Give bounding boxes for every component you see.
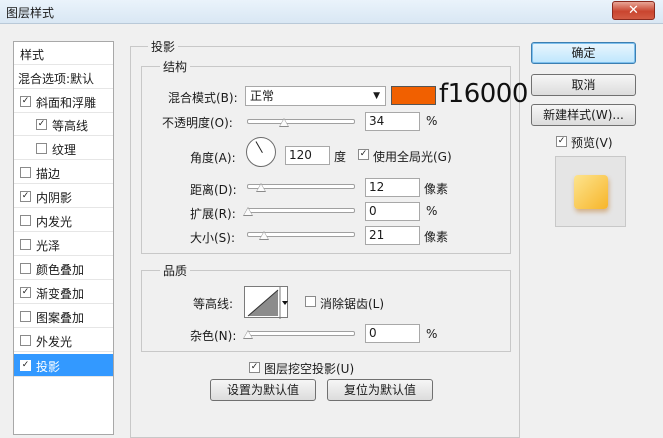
stroke-checkbox[interactable] [20, 167, 31, 178]
style-item-blending-options[interactable]: 混合选项:默认 [14, 66, 113, 89]
angle-needle [255, 141, 263, 153]
blend-mode-select[interactable]: 正常 ▼ [245, 86, 386, 106]
title-bar: 图层样式 ✕ [0, 0, 663, 24]
style-item-label: 光泽 [36, 239, 61, 253]
style-list-header: 样式 [14, 42, 113, 65]
style-item-label: 投影 [36, 360, 61, 374]
make-default-button[interactable]: 设置为默认值 [210, 379, 316, 401]
close-button[interactable]: ✕ [612, 1, 655, 20]
spread-label: 扩展(R): [190, 207, 236, 221]
spread-slider-thumb[interactable] [243, 207, 253, 216]
contour-picker[interactable] [244, 286, 288, 319]
angle-label: 角度(A): [190, 151, 236, 165]
gradient-overlay-checkbox[interactable]: ✓ [20, 287, 31, 298]
style-item-label: 纹理 [52, 143, 77, 157]
style-item-label: 渐变叠加 [36, 287, 85, 301]
spread-unit: % [426, 204, 438, 218]
style-item-label: 图案叠加 [36, 311, 85, 325]
style-item-contour[interactable]: ✓ 等高线 [14, 113, 113, 136]
style-item-bevel-emboss[interactable]: ✓ 斜面和浮雕 [14, 90, 113, 113]
opacity-slider-thumb[interactable] [279, 118, 289, 127]
style-preview [555, 156, 626, 227]
bevel-emboss-checkbox[interactable]: ✓ [20, 96, 31, 107]
preview-label: 预览(V) [571, 136, 613, 150]
preview-swatch [574, 175, 608, 209]
style-item-label: 斜面和浮雕 [36, 96, 97, 110]
contour-checkbox[interactable]: ✓ [36, 119, 47, 130]
blend-mode-value: 正常 [250, 89, 275, 103]
contour-label: 等高线: [193, 297, 234, 311]
style-item-inner-shadow[interactable]: ✓ 内阴影 [14, 185, 113, 208]
texture-checkbox[interactable] [36, 143, 47, 154]
style-item-label: 描边 [36, 167, 61, 181]
noise-unit: % [426, 327, 438, 341]
noise-input[interactable]: 0 [365, 324, 420, 343]
contour-curve-icon [247, 287, 288, 319]
style-item-label: 颜色叠加 [36, 263, 85, 277]
opacity-label: 不透明度(O): [162, 116, 233, 130]
angle-dial[interactable] [246, 137, 276, 167]
noise-slider-thumb[interactable] [243, 330, 253, 339]
size-slider-thumb[interactable] [259, 231, 269, 240]
drop-shadow-title: 投影 [148, 38, 179, 55]
style-item-outer-glow[interactable]: 外发光 [14, 329, 113, 352]
outer-glow-checkbox[interactable] [20, 335, 31, 346]
size-unit: 像素 [424, 230, 449, 244]
close-icon: ✕ [628, 3, 639, 18]
preview-checkbox[interactable]: ✓ [556, 136, 567, 147]
color-hex-annotation: f16000 [439, 79, 528, 109]
style-item-label: 外发光 [36, 335, 73, 349]
knockout-checkbox[interactable]: ✓ [249, 362, 260, 373]
new-style-button[interactable]: 新建样式(W)... [531, 104, 636, 126]
color-overlay-checkbox[interactable] [20, 263, 31, 274]
spread-slider-track[interactable] [247, 208, 355, 213]
drop-shadow-checkbox[interactable]: ✓ [20, 360, 31, 371]
style-item-inner-glow[interactable]: 内发光 [14, 209, 113, 232]
style-item-label: 内阴影 [36, 191, 73, 205]
pattern-overlay-checkbox[interactable] [20, 311, 31, 322]
size-label: 大小(S): [190, 231, 236, 245]
window-title: 图层样式 [6, 6, 55, 20]
opacity-input[interactable]: 34 [365, 112, 420, 131]
satin-checkbox[interactable] [20, 239, 31, 250]
style-item-label: 内发光 [36, 215, 73, 229]
blend-mode-label: 混合模式(B): [168, 91, 238, 105]
style-item-gradient-overlay[interactable]: ✓ 渐变叠加 [14, 281, 113, 304]
shadow-color-swatch[interactable] [391, 86, 436, 105]
reset-default-button[interactable]: 复位为默认值 [327, 379, 433, 401]
quality-title: 品质 [160, 262, 191, 279]
angle-input[interactable]: 120 [285, 146, 330, 165]
distance-slider-thumb[interactable] [256, 183, 266, 192]
style-item-label: 混合选项:默认 [18, 72, 95, 86]
size-input[interactable]: 21 [365, 226, 420, 245]
noise-slider-track[interactable] [247, 331, 355, 336]
style-item-drop-shadow[interactable]: ✓ 投影 [14, 354, 113, 377]
structure-title: 结构 [160, 58, 191, 75]
style-item-texture[interactable]: 纹理 [14, 137, 113, 160]
ok-button[interactable]: 确定 [531, 42, 636, 64]
opacity-unit: % [426, 114, 438, 128]
inner-glow-checkbox[interactable] [20, 215, 31, 226]
style-item-pattern-overlay[interactable]: 图案叠加 [14, 305, 113, 328]
style-item-label: 等高线 [52, 119, 89, 133]
anti-alias-checkbox[interactable] [305, 296, 316, 307]
anti-alias-label: 消除锯齿(L) [320, 297, 385, 311]
cancel-button[interactable]: 取消 [531, 74, 636, 96]
distance-input[interactable]: 12 [365, 178, 420, 197]
angle-unit: 度 [334, 150, 347, 164]
noise-label: 杂色(N): [190, 329, 237, 343]
global-light-checkbox[interactable]: ✓ [358, 149, 369, 160]
style-list: 样式 混合选项:默认 ✓ 斜面和浮雕 ✓ 等高线 纹理 描边 ✓ 内阴影 内发光… [13, 41, 114, 435]
style-item-stroke[interactable]: 描边 [14, 161, 113, 184]
spread-input[interactable]: 0 [365, 202, 420, 221]
global-light-label: 使用全局光(G) [373, 150, 452, 164]
distance-label: 距离(D): [190, 183, 237, 197]
knockout-label: 图层挖空投影(U) [264, 362, 355, 376]
opacity-slider-track[interactable] [247, 119, 355, 124]
style-item-satin[interactable]: 光泽 [14, 233, 113, 256]
chevron-down-icon: ▼ [373, 91, 380, 101]
distance-unit: 像素 [424, 182, 449, 196]
style-item-color-overlay[interactable]: 颜色叠加 [14, 257, 113, 280]
inner-shadow-checkbox[interactable]: ✓ [20, 191, 31, 202]
